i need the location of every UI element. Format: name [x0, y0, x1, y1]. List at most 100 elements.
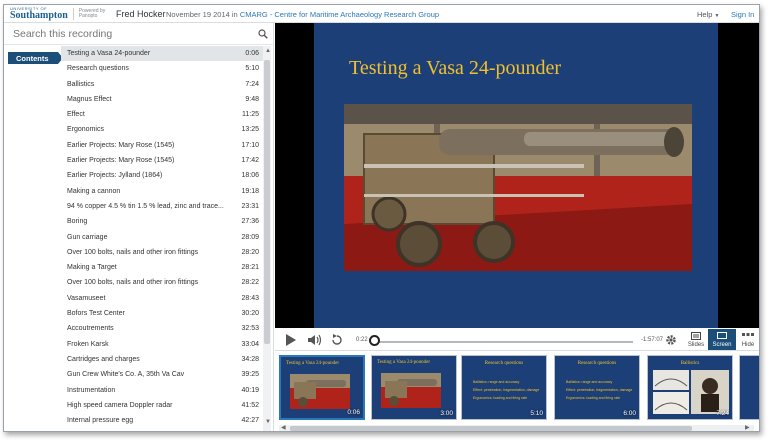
thumbnail-bullets: Ballistics: range and accuracy Effect: p…	[473, 380, 540, 400]
slides-label: Slides	[687, 342, 705, 348]
recording-date: November 19 2014 in	[166, 10, 238, 19]
thumbnail-6[interactable]	[739, 355, 759, 420]
contents-item[interactable]: Vasamuseet 28:43	[61, 291, 263, 306]
thumbnail-strip: Testing a Vasa 24-pounder 0:06 Testing a…	[275, 351, 759, 431]
contents-item-title: Effect	[67, 111, 85, 119]
thumbnail-scrollbar-thumb[interactable]	[290, 426, 692, 431]
contents-item[interactable]: Ergonomics 13:25	[61, 122, 263, 137]
contents-item-time: 7:24	[245, 80, 259, 88]
contents-item-time: 9:48	[245, 95, 259, 103]
hide-button[interactable]: Hide	[734, 329, 759, 350]
playback-controls: 0:22 -1:57:07 Slides Screen Hide	[275, 328, 759, 351]
current-time: 0:22	[356, 337, 368, 343]
contents-item[interactable]: Cartridges and charges 34:28	[61, 352, 263, 367]
logo-name: Southampton	[10, 10, 68, 21]
contents-item[interactable]: Earlier Projects: Mary Rose (1545) 17:10	[61, 138, 263, 153]
contents-item[interactable]: Over 100 bolts, nails and other iron fit…	[61, 275, 263, 290]
contents-item-time: 33:04	[241, 340, 259, 348]
thumbnail-title: Testing a Vasa 24-pounder	[286, 361, 340, 366]
recording-viewer: UNIVERSITY OF Southampton Powered by Pan…	[3, 4, 760, 432]
sign-in-link[interactable]: Sign In	[731, 10, 754, 19]
contents-item-time: 28:43	[241, 294, 259, 302]
contents-item[interactable]: Testing a Vasa 24-pounder 0:06	[61, 46, 263, 62]
screen-mode-button[interactable]: Screen	[708, 329, 736, 350]
volume-icon[interactable]	[308, 334, 322, 346]
thumbnail-title: Ballistics	[680, 361, 700, 366]
contents-item-time: 28:22	[241, 279, 259, 287]
contents-item-title: 94 % copper 4.5 % tin 1.5 % lead, zinc a…	[67, 202, 224, 210]
gear-icon[interactable]	[665, 334, 677, 346]
scroll-right-icon[interactable]: ▶	[745, 424, 750, 431]
contents-item[interactable]: Earlier Projects: Jylland (1864) 18:06	[61, 168, 263, 183]
contents-item[interactable]: Froken Karsk 33:04	[61, 337, 263, 352]
contents-item[interactable]: Accoutrements 32:53	[61, 321, 263, 336]
scroll-up-icon[interactable]: ▲	[265, 48, 271, 54]
thumbnail-time: 5:10	[530, 410, 543, 417]
thumbnail-4[interactable]: Research questions Ballistics: range and…	[554, 355, 640, 420]
contents-item-time: 17:10	[241, 141, 259, 149]
contents-item[interactable]: Internal pressure egg 42:27	[61, 413, 263, 428]
contents-item[interactable]: Over 100 bolts, nails and other iron fit…	[61, 245, 263, 260]
contents-item[interactable]: Bofors Test Center 30:20	[61, 306, 263, 321]
thumbnail-image	[381, 373, 441, 408]
thumbnail-5[interactable]: Ballistics 7:24	[647, 355, 733, 420]
contents-item[interactable]: Gun carriage 28:09	[61, 230, 263, 245]
sidebar: Contents Testing a Vasa 24-pounder 0:06 Re…	[4, 23, 274, 431]
contents-item[interactable]: High speed camera Doppler radar 41:52	[61, 398, 263, 413]
thumbnail-title: Research questions	[577, 361, 617, 366]
contents-item-time: 23:31	[241, 202, 259, 210]
thumbnail-title: Research questions	[484, 361, 524, 366]
screen-label: Screen	[712, 342, 732, 348]
thumbnail-1[interactable]: Testing a Vasa 24-pounder 0:06	[279, 355, 365, 420]
rewind-icon[interactable]	[331, 334, 343, 346]
folder-link[interactable]: CMARG - Centre for Maritime Archaeology …	[240, 10, 439, 19]
contents-item[interactable]: Gun Crew White's Co. A, 35th Va Cav 39:25	[61, 367, 263, 382]
scroll-left-icon[interactable]: ◀	[281, 424, 286, 431]
seek-bar[interactable]	[375, 341, 633, 343]
university-logo[interactable]: UNIVERSITY OF Southampton Powered by Pan…	[10, 6, 117, 22]
logo-divider	[72, 8, 74, 20]
video-area[interactable]: Testing a Vasa 24-pounder	[275, 23, 759, 328]
search-input[interactable]	[13, 26, 233, 42]
contents-item-time: 39:25	[241, 371, 259, 379]
thumbnail-time: 7:24	[716, 410, 729, 417]
contents-item-time: 40:19	[241, 386, 259, 394]
contents-item-time: 27:36	[241, 218, 259, 226]
contents-item[interactable]: 94 % copper 4.5 % tin 1.5 % lead, zinc a…	[61, 199, 263, 214]
contents-item-time: 41:52	[241, 401, 259, 409]
contents-item[interactable]: Research questions 5:10	[61, 61, 263, 76]
contents-item-time: 42:27	[241, 417, 259, 425]
contents-item-title: Earlier Projects: Mary Rose (1545)	[67, 157, 175, 165]
seek-handle[interactable]	[368, 335, 380, 346]
help-menu[interactable]: Help ▼	[697, 10, 719, 19]
slides-mode-button[interactable]: Slides	[682, 329, 710, 350]
recording-info: November 19 2014 in CMARG - Centre for M…	[166, 10, 439, 19]
search-bar	[4, 23, 274, 45]
tab-contents[interactable]: Contents	[8, 52, 63, 64]
contents-item[interactable]: Ballistics 7:24	[61, 77, 263, 92]
contents-item-title: Over 100 bolts, nails and other iron fit…	[67, 279, 199, 287]
contents-item[interactable]: Making a cannon 19:18	[61, 184, 263, 199]
scrollbar-thumb[interactable]	[264, 60, 270, 344]
contents-item[interactable]: Effect 11:25	[61, 107, 263, 122]
play-icon[interactable]	[285, 334, 296, 346]
search-icon[interactable]	[258, 29, 268, 39]
contents-item[interactable]: Earlier Projects: Mary Rose (1545) 17:42	[61, 153, 263, 168]
thumbnail-3[interactable]: Research questions Ballistics: range and…	[461, 355, 547, 420]
contents-item-title: Over 100 bolts, nails and other iron fit…	[67, 248, 199, 256]
slides-icon	[691, 332, 701, 340]
contents-item[interactable]: Magnus Effect 9:48	[61, 92, 263, 107]
contents-item[interactable]: Making a Target 28:21	[61, 260, 263, 275]
contents-item-title: Instrumentation	[67, 386, 116, 394]
scroll-down-icon[interactable]: ▼	[265, 419, 271, 425]
remaining-time: -1:57:07	[641, 337, 664, 343]
contents-item[interactable]: Instrumentation 40:19	[61, 383, 263, 398]
contents-item-title: Testing a Vasa 24-pounder	[67, 50, 151, 57]
thumbnail-time: 3:00	[440, 410, 453, 417]
thumbnail-2[interactable]: Testing a Vasa 24-pounder 3:00	[371, 355, 457, 420]
contents-item[interactable]: Boring 27:36	[61, 214, 263, 229]
contents-item-title: Ballistics	[67, 80, 95, 88]
screen-icon	[717, 332, 727, 339]
contents-item-time: 34:28	[241, 355, 259, 363]
contents-item-title: Ergonomics	[67, 126, 104, 134]
